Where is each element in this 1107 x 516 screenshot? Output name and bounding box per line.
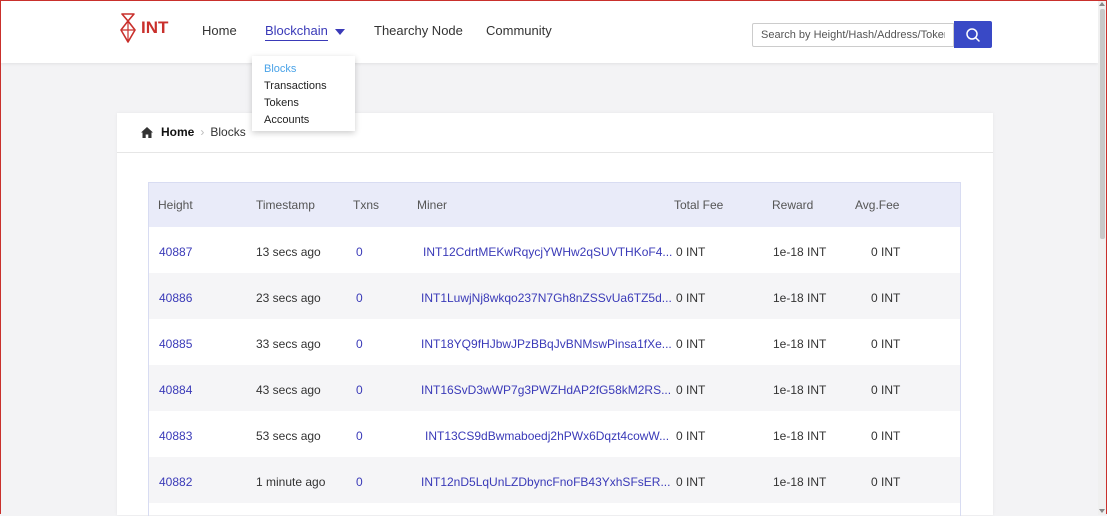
block-height-link[interactable]: 40883: [159, 429, 192, 443]
block-timestamp: 53 secs ago: [256, 429, 321, 443]
header-height: Height: [158, 198, 193, 212]
nav-thearchy-node-label: Thearchy Node: [374, 23, 463, 38]
block-reward: 1e-18 INT: [773, 245, 827, 259]
table-row: 40886 23 secs ago 0 INT1LuwjNj8wkqo237N7…: [149, 273, 960, 319]
header-avg-fee: Avg.Fee: [855, 198, 900, 212]
block-miner-link[interactable]: INT13CS9dBwmaboedj2hPWx6Dqzt4cowW...: [425, 429, 669, 443]
page-scrollbar[interactable]: [1098, 1, 1107, 515]
block-txns-link[interactable]: 0: [356, 475, 363, 489]
header-timestamp: Timestamp: [256, 198, 315, 212]
block-avg-fee: 0 INT: [871, 291, 901, 305]
block-total-fee: 0 INT: [676, 291, 706, 305]
nav-home[interactable]: Home: [202, 23, 237, 38]
block-txns-link[interactable]: 0: [356, 337, 363, 351]
brand-logo[interactable]: INT: [117, 13, 168, 43]
home-icon: [141, 126, 153, 138]
breadcrumb-home[interactable]: Home: [161, 125, 194, 139]
block-total-fee: 0 INT: [676, 475, 706, 489]
nav-thearchy-node[interactable]: Thearchy Node: [374, 23, 463, 38]
block-txns-link[interactable]: 0: [356, 245, 363, 259]
block-miner-link[interactable]: INT16SvD3wWP7g3PWZHdAP2fG58kM2RS...: [421, 383, 671, 397]
table-row: 40887 13 secs ago 0 INT12CdrtMEKwRqycjYW…: [149, 227, 960, 273]
block-txns-link[interactable]: 0: [356, 291, 363, 305]
header-txns: Txns: [353, 198, 380, 212]
blocks-table: Height Timestamp Txns Miner Total Fee Re…: [148, 182, 961, 516]
scroll-up-arrow-icon[interactable]: [1099, 2, 1105, 6]
block-avg-fee: 0 INT: [871, 245, 901, 259]
breadcrumb: Home › Blocks: [141, 125, 246, 139]
block-avg-fee: 0 INT: [871, 475, 901, 489]
block-timestamp: 33 secs ago: [256, 337, 321, 351]
search-button[interactable]: [954, 21, 992, 48]
header-total-fee: Total Fee: [674, 198, 724, 212]
table-row: 40883 53 secs ago 0 INT13CS9dBwmaboedj2h…: [149, 411, 960, 457]
blockchain-dropdown-menu: Blocks Transactions Tokens Accounts: [252, 56, 355, 131]
chevron-down-icon: [334, 28, 345, 35]
table-row: 40885 33 secs ago 0 INT18YQ9fHJbwJPzBBqJ…: [149, 319, 960, 365]
logo-icon: [120, 13, 136, 43]
divider: [117, 152, 993, 153]
block-height-link[interactable]: 40886: [159, 291, 192, 305]
nav-home-label: Home: [202, 23, 237, 38]
block-height-link[interactable]: 40885: [159, 337, 192, 351]
nav-blockchain-label: Blockchain: [265, 23, 328, 41]
chevron-right-icon: ›: [200, 125, 205, 139]
nav-blockchain[interactable]: Blockchain: [265, 23, 345, 41]
logo-text: INT: [141, 18, 169, 37]
nav-community-label: Community: [486, 23, 552, 38]
header-reward: Reward: [772, 198, 814, 212]
block-timestamp: 13 secs ago: [256, 245, 321, 259]
blocks-card: Home › Blocks Height Timestamp Txns Mine…: [117, 113, 993, 516]
search-icon: [966, 27, 980, 42]
block-total-fee: 0 INT: [676, 383, 706, 397]
block-total-fee: 0 INT: [676, 429, 706, 443]
block-timestamp: 23 secs ago: [256, 291, 321, 305]
table-header: Height Timestamp Txns Miner Total Fee Re…: [149, 183, 960, 227]
block-reward: 1e-18 INT: [773, 429, 827, 443]
block-txns-link[interactable]: 0: [356, 383, 363, 397]
block-height-link[interactable]: 40884: [159, 383, 192, 397]
block-reward: 1e-18 INT: [773, 337, 827, 351]
block-miner-link[interactable]: INT12CdrtMEKwRqycjYWHw2qSUVTHKoF4...: [423, 245, 672, 259]
menu-item-accounts[interactable]: Accounts: [252, 112, 355, 129]
menu-item-tokens[interactable]: Tokens: [252, 95, 355, 112]
block-height-link[interactable]: 40882: [159, 475, 192, 489]
scrollbar-thumb[interactable]: [1100, 9, 1105, 239]
block-timestamp: 1 minute ago: [256, 475, 326, 489]
scroll-down-arrow-icon[interactable]: [1099, 509, 1105, 513]
block-avg-fee: 0 INT: [871, 429, 901, 443]
search-input[interactable]: [752, 23, 954, 47]
block-total-fee: 0 INT: [676, 245, 706, 259]
block-miner-link[interactable]: INT12nD5LqUnLZDbyncFnoFB43YxhSFsER...: [421, 475, 670, 489]
block-miner-link[interactable]: INT18YQ9fHJbwJPzBBqJvBNMswPinsa1fXe...: [421, 337, 672, 351]
block-reward: 1e-18 INT: [773, 475, 827, 489]
menu-item-transactions[interactable]: Transactions: [252, 78, 355, 95]
block-reward: 1e-18 INT: [773, 291, 827, 305]
table-row: 40882 1 minute ago 0 INT12nD5LqUnLZDbync…: [149, 457, 960, 503]
block-timestamp: 43 secs ago: [256, 383, 321, 397]
block-total-fee: 0 INT: [676, 337, 706, 351]
breadcrumb-current: Blocks: [210, 125, 246, 139]
block-txns-link[interactable]: 0: [356, 429, 363, 443]
table-row: 40884 43 secs ago 0 INT16SvD3wWP7g3PWZHd…: [149, 365, 960, 411]
block-avg-fee: 0 INT: [871, 337, 901, 351]
header-miner: Miner: [417, 198, 448, 212]
top-navbar: INT Home Blockchain Thearchy Node Commun…: [1, 1, 1098, 63]
block-height-link[interactable]: 40887: [159, 245, 192, 259]
block-miner-link[interactable]: INT1LuwjNj8wkqo237N7Gh8nZSSvUa6TZ5d...: [421, 291, 672, 305]
block-reward: 1e-18 INT: [773, 383, 827, 397]
block-avg-fee: 0 INT: [871, 383, 901, 397]
menu-item-blocks[interactable]: Blocks: [252, 61, 355, 78]
nav-community[interactable]: Community: [486, 23, 552, 38]
